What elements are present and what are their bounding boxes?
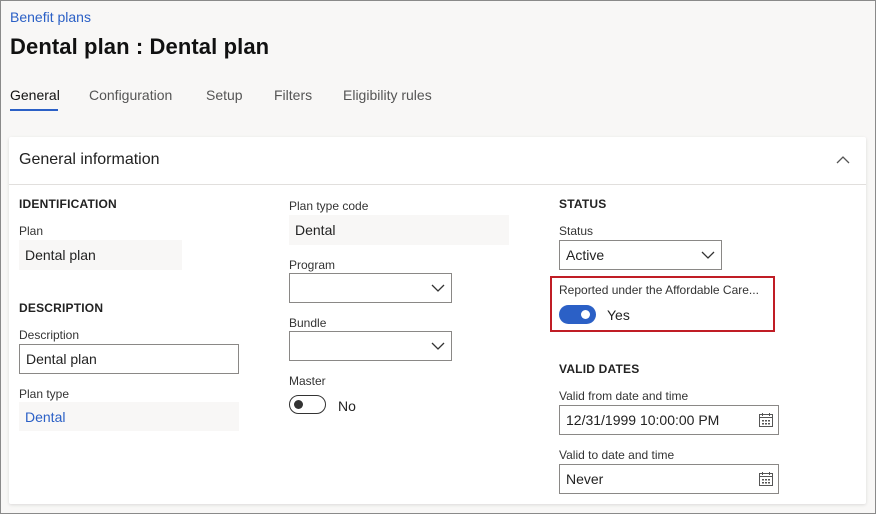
breadcrumb-benefit-plans[interactable]: Benefit plans (10, 9, 91, 25)
plan-type-link[interactable]: Dental (19, 402, 239, 431)
tab-filters[interactable]: Filters (274, 87, 312, 103)
plan-label: Plan (19, 224, 44, 238)
tab-eligibility-rules[interactable]: Eligibility rules (343, 87, 432, 103)
plan-type-code-field: Dental (289, 215, 509, 245)
identification-header: IDENTIFICATION (19, 197, 117, 211)
chevron-down-icon (431, 342, 445, 350)
highlight-box (550, 276, 775, 332)
tab-configuration[interactable]: Configuration (89, 87, 172, 103)
plan-type-label: Plan type (19, 387, 70, 401)
status-label: Status (559, 224, 594, 238)
bundle-dropdown[interactable] (289, 331, 452, 361)
description-label: Description (19, 328, 80, 342)
program-label: Program (289, 258, 336, 272)
page-title: Dental plan : Dental plan (10, 34, 270, 59)
plan-type-code-label: Plan type code (289, 199, 369, 213)
valid-from-field[interactable]: 12/31/1999 10:00:00 PM (559, 405, 779, 435)
section-divider (9, 184, 866, 185)
active-tab-indicator (10, 109, 58, 111)
chevron-up-icon[interactable] (834, 151, 852, 169)
valid-to-field[interactable]: Never (559, 464, 779, 494)
tab-general[interactable]: General (10, 87, 60, 103)
chevron-down-icon (431, 284, 445, 292)
description-header: DESCRIPTION (19, 301, 104, 315)
valid-dates-header: VALID DATES (559, 362, 640, 376)
valid-from-value: 12/31/1999 10:00:00 PM (566, 412, 720, 428)
valid-to-value: Never (566, 471, 604, 487)
calendar-icon[interactable] (758, 471, 774, 487)
status-dropdown[interactable]: Active (559, 240, 722, 270)
valid-from-label: Valid from date and time (559, 389, 689, 403)
valid-to-label: Valid to date and time (559, 448, 675, 462)
description-field[interactable]: Dental plan (19, 344, 239, 374)
chevron-down-icon (701, 251, 715, 259)
program-dropdown[interactable] (289, 273, 452, 303)
tab-setup[interactable]: Setup (206, 87, 243, 103)
master-toggle-text: No (338, 398, 356, 414)
master-toggle[interactable] (289, 395, 326, 414)
status-header: STATUS (559, 197, 607, 211)
section-title[interactable]: General information (19, 151, 160, 169)
bundle-label: Bundle (289, 316, 327, 330)
master-label: Master (289, 374, 326, 388)
plan-field: Dental plan (19, 240, 182, 270)
calendar-icon[interactable] (758, 412, 774, 428)
toggle-knob (294, 400, 303, 409)
status-value: Active (566, 247, 605, 263)
